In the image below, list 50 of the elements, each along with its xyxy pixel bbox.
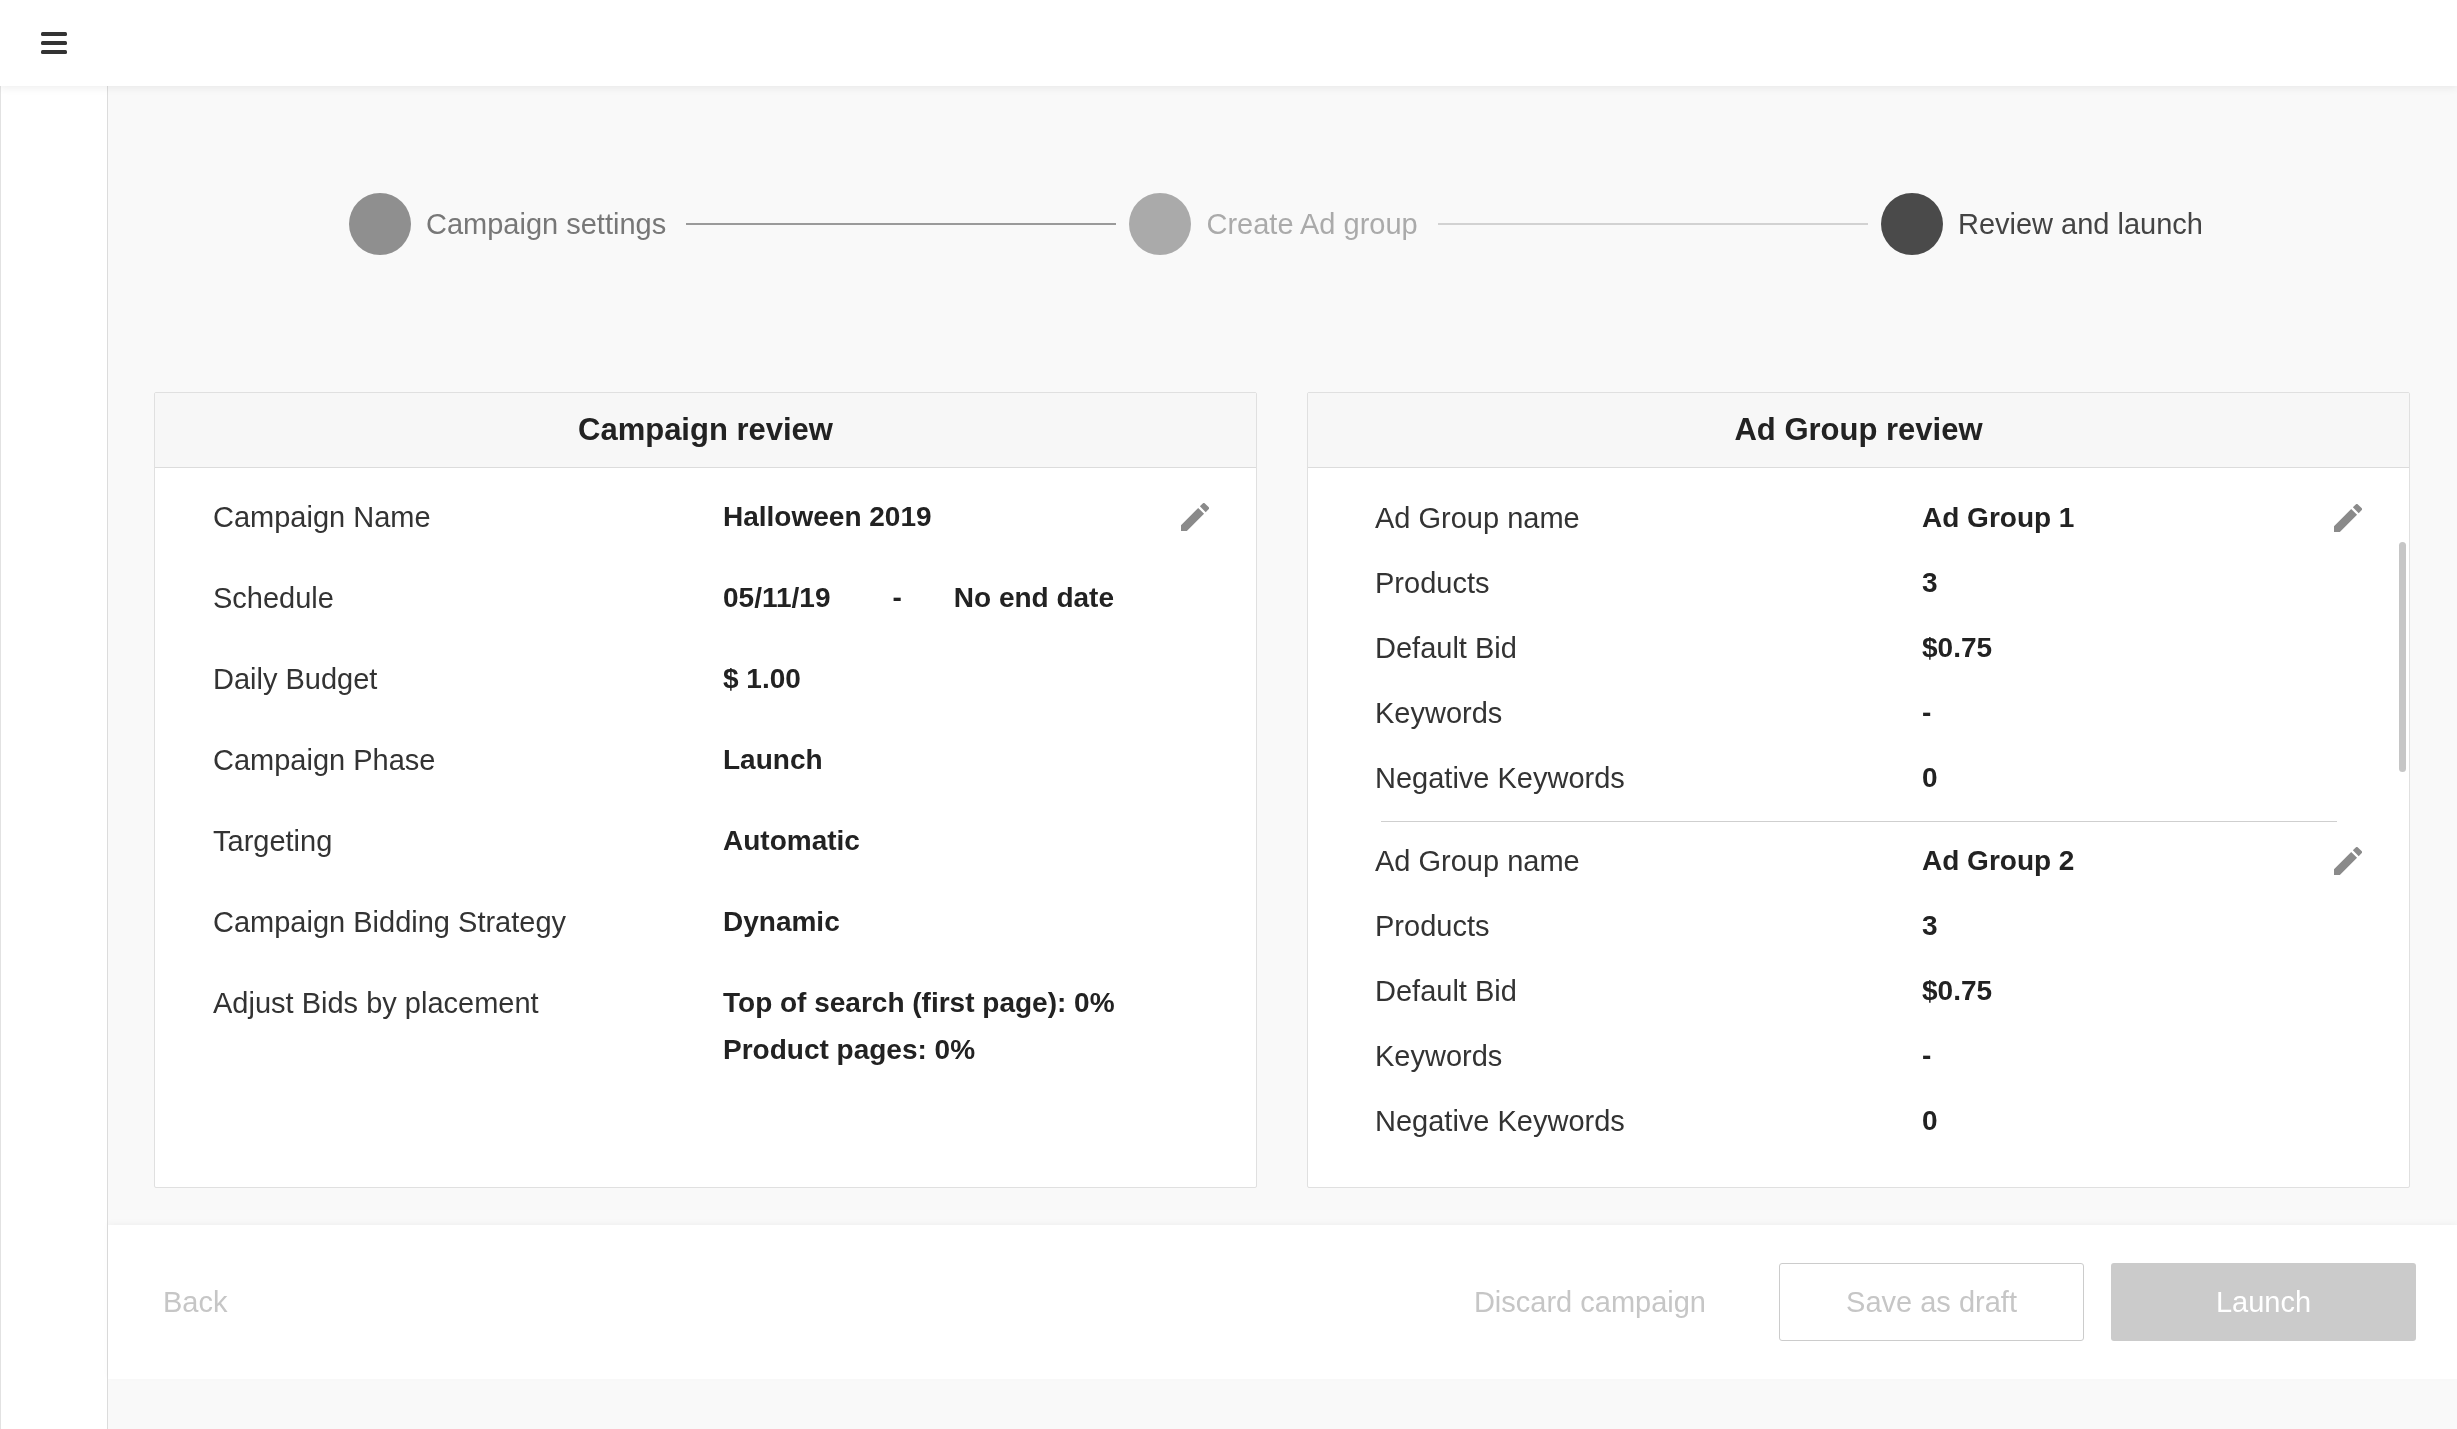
field-label: Keywords <box>1375 1039 1504 1074</box>
field-value: Launch <box>723 743 824 777</box>
back-button[interactable]: Back <box>163 1285 228 1319</box>
field-label: Daily Budget <box>213 662 379 697</box>
field-label: Default Bid <box>1375 631 1518 666</box>
field-value: Ad Group 1 <box>1922 501 2076 535</box>
field-label: Ad Group name <box>1375 844 1581 879</box>
field-value: Dynamic <box>723 905 841 939</box>
panel-title: Campaign review <box>578 412 833 448</box>
field-value: 3 <box>1922 566 1939 600</box>
step-label: Review and launch <box>1957 207 2203 241</box>
pencil-icon[interactable] <box>2334 504 2362 532</box>
panel-title: Ad Group review <box>1734 412 1983 448</box>
field-value: - <box>1922 696 1933 730</box>
field-label: Negative Keywords <box>1375 1104 1626 1139</box>
field-value: $0.75 <box>1922 974 1994 1008</box>
scrollbar-thumb[interactable] <box>2399 542 2406 772</box>
start-date: 05/11/19 <box>723 581 831 615</box>
range-separator: - <box>892 581 902 615</box>
field-value: 3 <box>1922 909 1939 943</box>
field-label: Ad Group name <box>1375 501 1581 536</box>
field-label: Negative Keywords <box>1375 761 1626 796</box>
field-label: Adjust Bids by placement <box>213 986 540 1021</box>
discard-button[interactable]: Discard campaign <box>1473 1285 1706 1319</box>
field-value: - <box>1922 1039 1933 1073</box>
step-label: Create Ad group <box>1206 207 1418 241</box>
pencil-icon[interactable] <box>2334 847 2362 875</box>
field-label: Keywords <box>1375 696 1504 731</box>
field-label: Products <box>1375 909 1491 944</box>
step-label: Campaign settings <box>426 207 667 241</box>
field-label: Targeting <box>213 824 334 859</box>
field-value: $0.75 <box>1922 631 1994 665</box>
field-label: Products <box>1375 566 1491 601</box>
field-value: Product pages: 0% <box>723 1033 977 1067</box>
field-value: 0 <box>1922 1104 1939 1138</box>
menu-icon[interactable] <box>41 32 67 54</box>
field-label: Default Bid <box>1375 974 1518 1009</box>
field-value: 0 <box>1922 761 1939 795</box>
save-draft-button[interactable]: Save as draft <box>1779 1263 2084 1341</box>
field-label: Campaign Phase <box>213 743 437 778</box>
field-label: Campaign Bidding Strategy <box>213 905 568 940</box>
field-label: Campaign Name <box>213 500 432 535</box>
pencil-icon[interactable] <box>1181 503 1209 531</box>
field-value: Ad Group 2 <box>1922 844 2076 878</box>
field-value: Top of search (first page): 0% <box>723 986 1116 1020</box>
field-value: $ 1.00 <box>723 662 802 696</box>
end-date: No end date <box>953 581 1114 615</box>
field-value: Automatic <box>723 824 861 858</box>
field-label: Schedule <box>213 581 335 616</box>
field-value: Halloween 2019 <box>723 500 933 534</box>
